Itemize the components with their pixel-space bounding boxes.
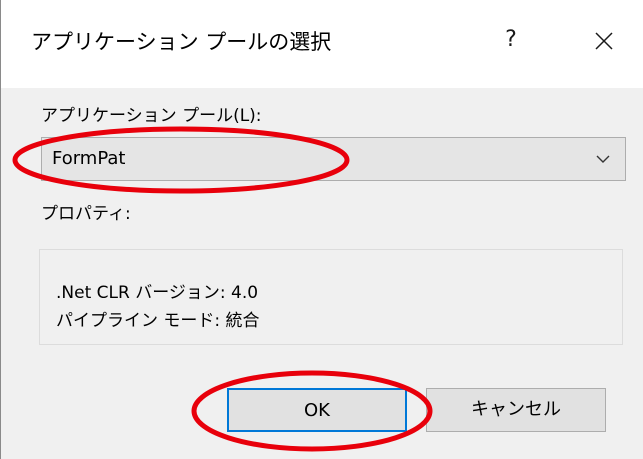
close-icon [595,32,613,50]
window-title: アプリケーション プールの選択 [31,30,332,54]
app-pool-dropdown[interactable]: FormPat [41,137,626,181]
app-pool-label: アプリケーション プール(L): [41,106,262,126]
select-app-pool-dialog: アプリケーション プールの選択 ? アプリケーション プール(L): FormP… [0,0,643,459]
properties-panel: .Net CLR バージョン: 4.0 パイプライン モード: 統合 [39,249,623,345]
properties-label: プロパティ: [41,204,131,224]
app-pool-selected-value: FormPat [52,148,126,169]
ok-button[interactable]: OK [227,388,407,432]
chevron-down-icon [596,155,610,163]
close-button[interactable] [587,24,621,58]
title-bar: アプリケーション プールの選択 ? [1,0,643,88]
clr-version-text: .Net CLR バージョン: 4.0 [56,283,259,303]
pipeline-mode-text: パイプライン モード: 統合 [56,311,260,331]
cancel-button[interactable]: キャンセル [426,388,606,432]
help-button[interactable]: ? [493,22,529,58]
